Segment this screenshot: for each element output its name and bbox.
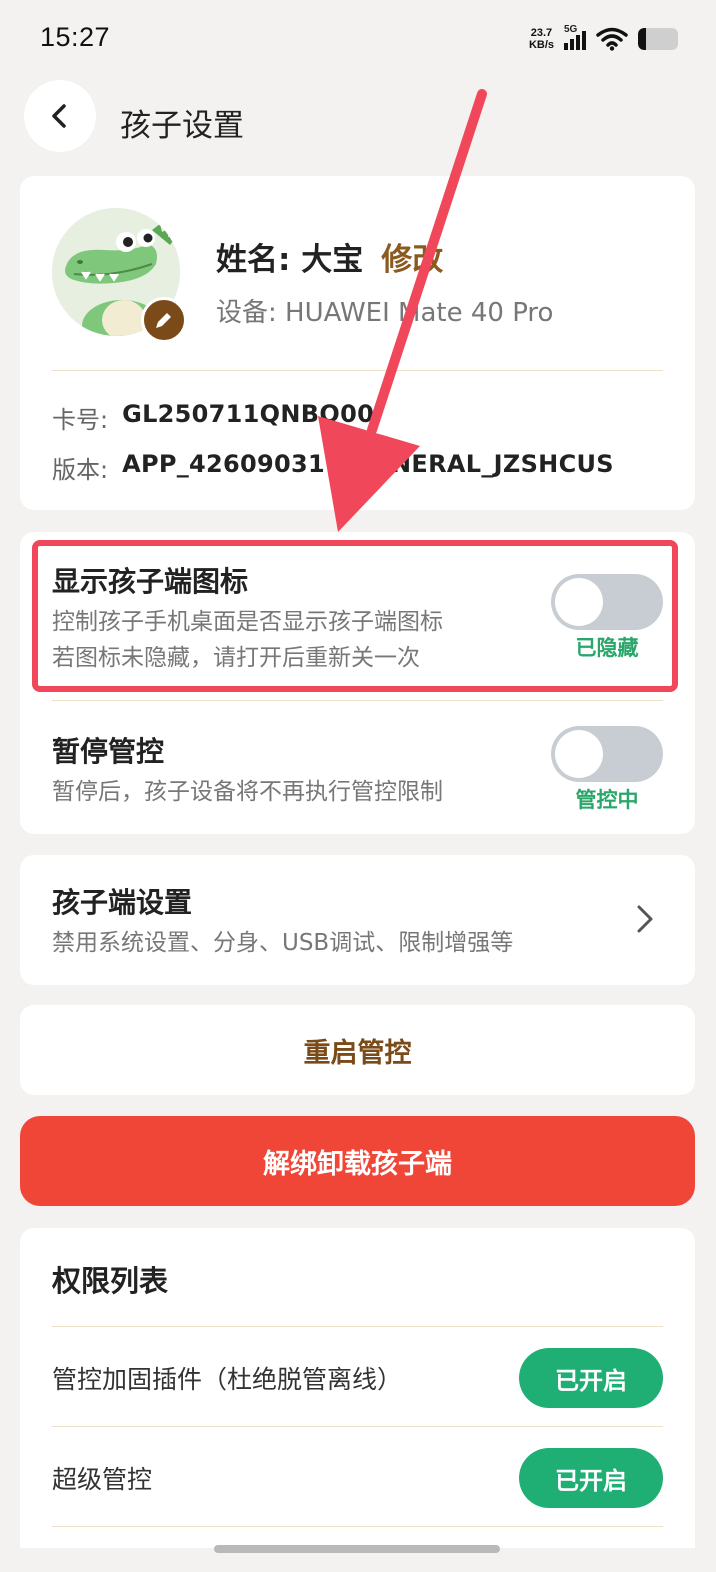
permission-row: 管控加固插件（杜绝脱管离线） 已开启 <box>52 1328 663 1428</box>
version-value: APP_426090311_GENERAL_JZSHCUS <box>122 450 614 478</box>
status-time: 15:27 <box>40 22 111 52</box>
header: 孩子设置 <box>0 80 716 156</box>
child-name: 姓名: 大宝 <box>216 242 364 278</box>
version-row: 版本: APP_426090311_GENERAL_JZSHCUS <box>52 450 614 485</box>
child-settings-card[interactable]: 孩子端设置 禁用系统设置、分身、USB调试、限制增强等 <box>20 855 695 985</box>
divider <box>52 1526 663 1527</box>
pause-control-status: 管控中 <box>575 788 639 812</box>
permission-list-card: 权限列表 管控加固插件（杜绝脱管离线） 已开启 超级管控 已开启 <box>20 1228 695 1548</box>
restart-control-label: 重启管控 <box>303 1037 412 1069</box>
back-button[interactable] <box>24 80 96 152</box>
modify-name-link[interactable]: 修改 <box>381 234 443 279</box>
restart-control-button[interactable]: 重启管控 <box>20 1005 695 1095</box>
chevron-right-icon <box>637 905 653 933</box>
divider <box>52 1326 663 1327</box>
pause-control-title: 暂停管控 <box>52 735 165 768</box>
divider <box>52 370 663 371</box>
battery-level <box>638 28 646 50</box>
child-settings-desc: 禁用系统设置、分身、USB调试、限制增强等 <box>52 930 514 956</box>
pencil-icon <box>156 313 171 328</box>
toggle-settings-card: 显示孩子端图标 控制孩子手机桌面是否显示孩子端图标 若图标未隐藏，请打开后重新关… <box>20 532 695 834</box>
permission-row: 超级管控 已开启 <box>52 1428 663 1528</box>
version-label: 版本: <box>52 456 109 484</box>
home-indicator[interactable] <box>214 1545 500 1553</box>
pause-control-desc: 暂停后，孩子设备将不再执行管控限制 <box>52 779 443 805</box>
card-number-row: 卡号: GL250711QNBQ00 <box>52 400 374 435</box>
network-speed: 23.7 KB/s <box>529 27 554 51</box>
status-bar: 15:27 23.7 KB/s 5G <box>0 0 716 78</box>
divider <box>52 700 663 701</box>
edit-avatar-button[interactable] <box>141 297 187 343</box>
child-settings-title: 孩子端设置 <box>52 886 193 919</box>
annotation-highlight-box <box>32 540 678 692</box>
page-title: 孩子设置 <box>120 108 244 144</box>
profile-card: 姓名: 大宝 修改 设备: HUAWEI Mate 40 Pro 卡号: GL2… <box>20 176 695 510</box>
unbind-uninstall-label: 解绑卸载孩子端 <box>263 1148 452 1180</box>
card-number-value: GL250711QNBQ00 <box>122 400 375 428</box>
permission-status-button[interactable]: 已开启 <box>519 1348 663 1408</box>
permission-list-title: 权限列表 <box>52 1264 169 1298</box>
chevron-left-icon <box>52 104 66 128</box>
wifi-icon <box>596 27 628 51</box>
status-icons: 23.7 KB/s 5G <box>529 24 678 54</box>
card-number-label: 卡号: <box>52 406 109 434</box>
permission-name: 管控加固插件（杜绝脱管离线） <box>52 1365 403 1394</box>
cell-signal-icon: 5G <box>564 24 586 50</box>
divider <box>52 1426 663 1427</box>
toggle-knob <box>555 730 603 778</box>
network-speed-value: 23.7 <box>530 27 553 39</box>
device-name: 设备: HUAWEI Mate 40 Pro <box>216 298 554 328</box>
unbind-uninstall-button[interactable]: 解绑卸载孩子端 <box>20 1116 695 1206</box>
permission-status-button[interactable]: 已开启 <box>519 1448 663 1508</box>
permission-name: 超级管控 <box>52 1465 153 1494</box>
name-row: 姓名: 大宝 修改 <box>216 234 443 279</box>
pause-control-toggle[interactable] <box>551 726 663 782</box>
network-type: 5G <box>564 24 578 35</box>
network-speed-unit: KB/s <box>528 39 554 51</box>
battery-icon <box>638 28 678 50</box>
